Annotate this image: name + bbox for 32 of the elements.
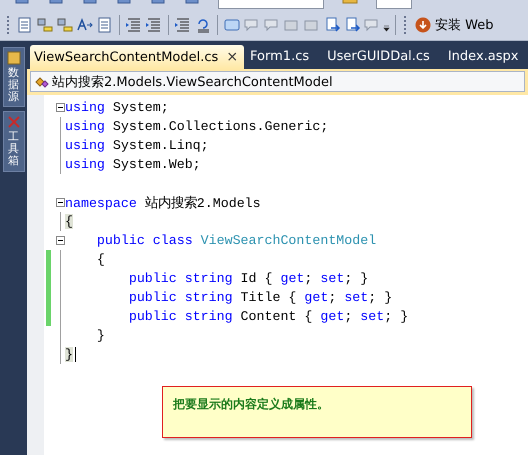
tools-icon xyxy=(6,115,20,130)
code-line: } xyxy=(96,328,105,343)
code-line: using System.Collections.Generic; xyxy=(65,119,328,134)
collapse-icon[interactable] xyxy=(56,198,65,207)
close-icon[interactable]: × xyxy=(226,49,238,65)
file-tab[interactable]: ViewSearchContentModel.cs × xyxy=(30,45,244,69)
side-tab[interactable]: 数据源 xyxy=(2,47,24,108)
code-line: public string Title { get; set; } xyxy=(128,290,392,305)
code-line: { xyxy=(96,252,105,267)
collapse-icon[interactable] xyxy=(56,103,65,112)
code-line: using System; xyxy=(65,100,169,115)
diagram-icon[interactable] xyxy=(36,16,54,34)
code-line: public string Id { get; set; } xyxy=(128,271,368,286)
type-dropdown[interactable]: 站内搜索2.Models.ViewSearchContentModel xyxy=(30,71,525,92)
code-line: public string Content { get; set; } xyxy=(128,309,408,324)
side-tab[interactable]: 工具箱 xyxy=(2,111,24,172)
align-icon[interactable] xyxy=(174,16,192,34)
text-caret xyxy=(74,347,76,362)
outdent-icon[interactable] xyxy=(125,16,143,34)
indent-icon[interactable] xyxy=(145,16,163,34)
file-tab[interactable]: Form1.cs xyxy=(246,45,322,69)
download-icon xyxy=(415,16,431,32)
collapse-icon[interactable] xyxy=(56,236,65,245)
code-line: using System.Linq; xyxy=(65,138,209,153)
code-line: public class ViewSearchContentModel xyxy=(96,233,376,248)
note-callout: 把要显示的内容定义成属性。 xyxy=(162,386,472,438)
code-line: namespace 站内搜索2.Models xyxy=(65,194,261,212)
database-icon xyxy=(6,51,20,65)
install-button[interactable]: 安装 Web xyxy=(413,16,496,34)
file-tab[interactable]: UserGUIDDal.cs xyxy=(323,45,442,69)
file-tab[interactable]: Index.aspx xyxy=(444,45,528,69)
code-line: using System.Web; xyxy=(65,157,201,172)
